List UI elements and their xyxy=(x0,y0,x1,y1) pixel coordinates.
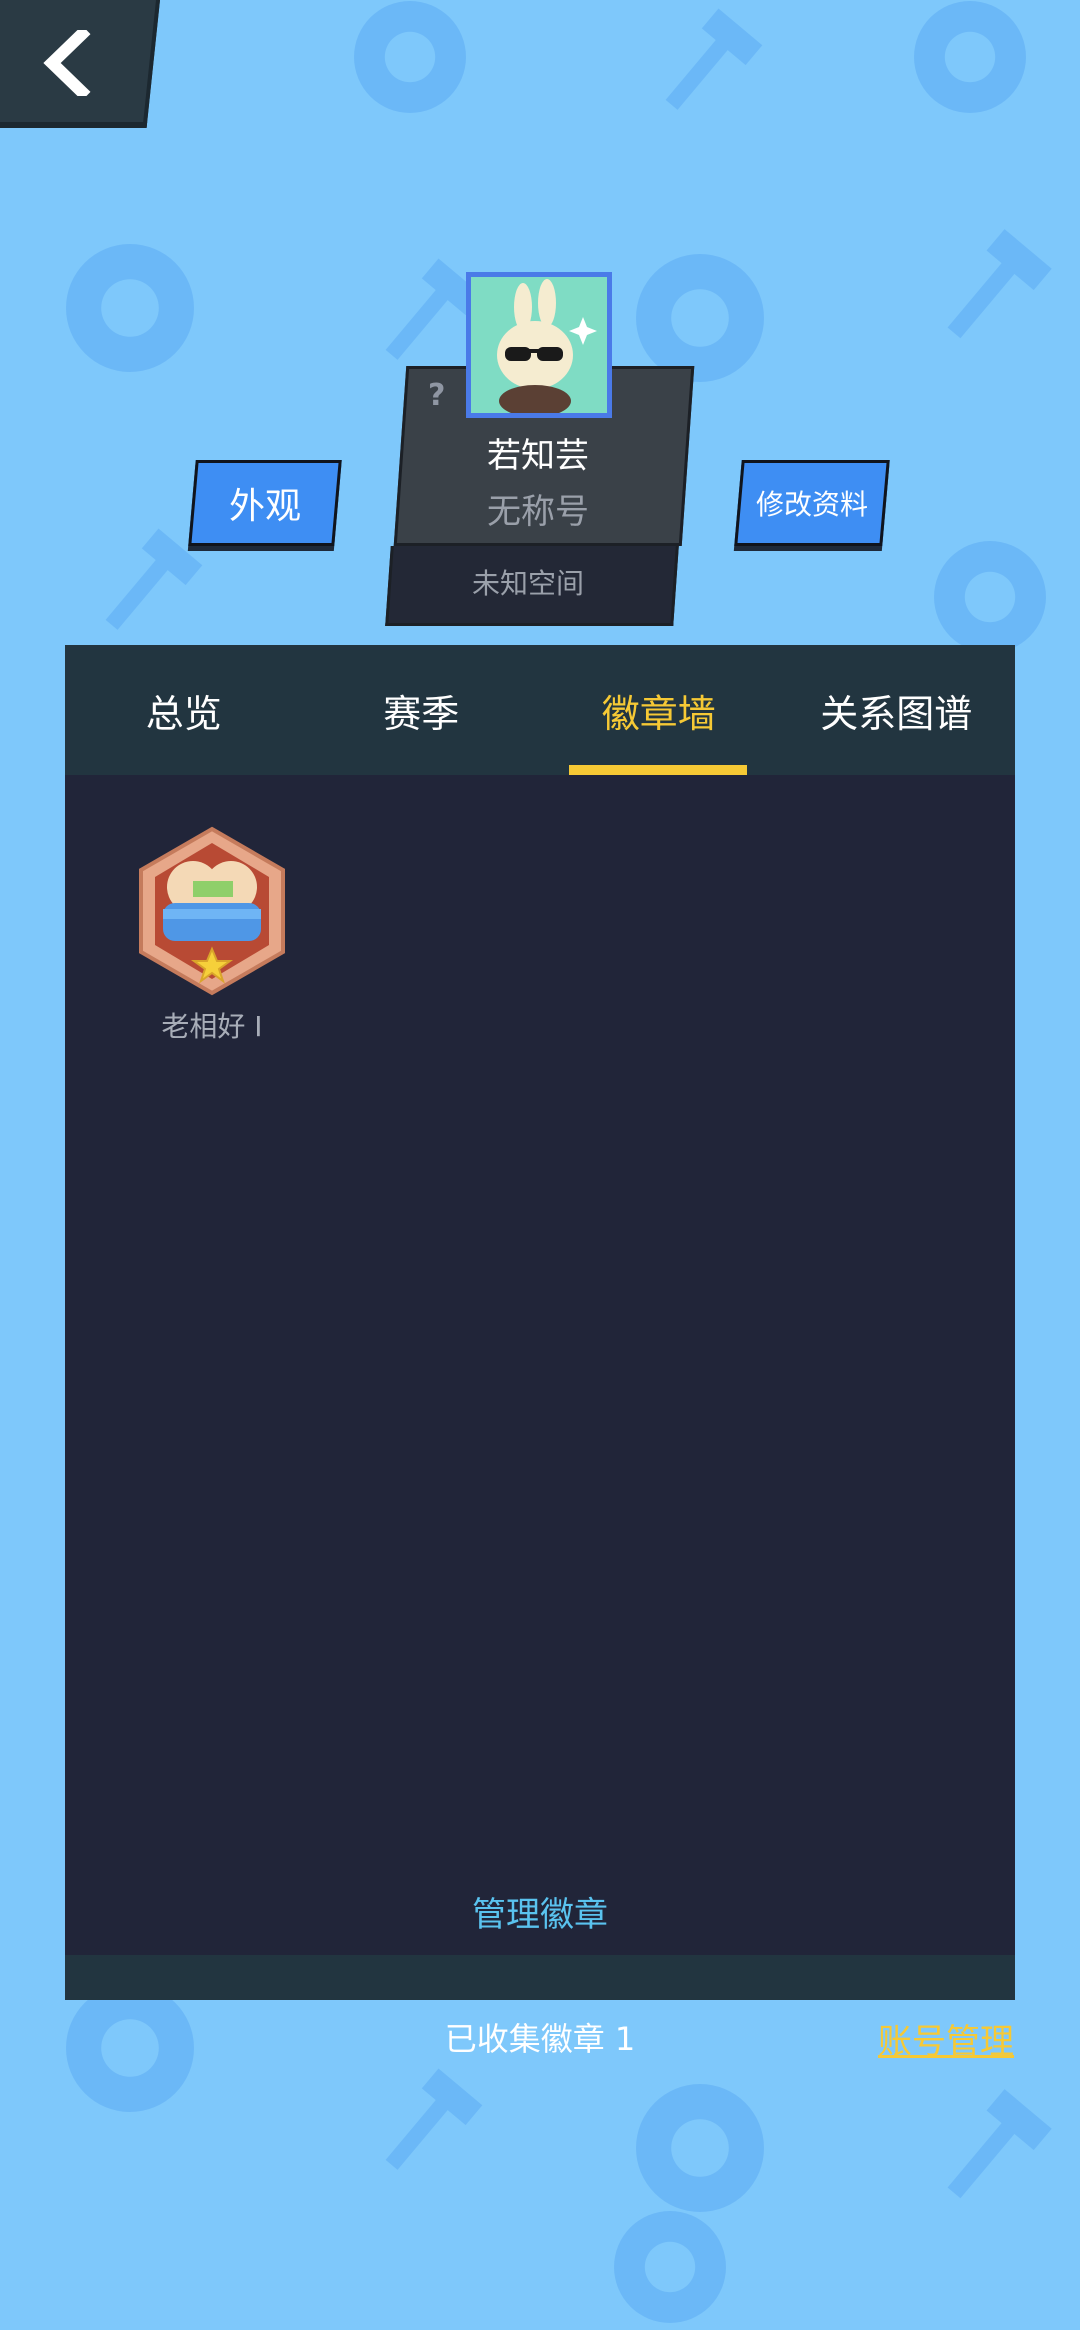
user-title: 无称号 xyxy=(487,492,589,532)
unknown-rank-icon: ? xyxy=(428,378,446,413)
bomb-icon xyxy=(934,541,1046,653)
badge-label: 老相好 I xyxy=(161,1010,263,1043)
badge-item[interactable]: 老相好 I xyxy=(137,825,287,1045)
appearance-button-label: 外观 xyxy=(228,486,301,527)
tab-label: 关系图谱 xyxy=(820,691,973,736)
user-space: 未知空间 xyxy=(471,567,584,600)
tab-label: 赛季 xyxy=(383,691,460,736)
hammer-icon xyxy=(947,2089,1052,2199)
bomb-icon xyxy=(614,2211,726,2323)
hammer-icon xyxy=(385,2068,483,2170)
couple-badge-icon xyxy=(139,826,285,996)
edit-profile-button-label: 修改资料 xyxy=(755,488,868,521)
tab-relationship-graph[interactable]: 关系图谱 xyxy=(778,645,1016,775)
tab-overview[interactable]: 总览 xyxy=(65,645,303,775)
account-management-link[interactable]: 账号管理 xyxy=(878,2014,1014,2063)
username: 若知芸 xyxy=(487,436,589,476)
manage-badges-link[interactable]: 管理徽章 xyxy=(65,1887,1015,1936)
appearance-button[interactable]: 外观 xyxy=(188,460,342,546)
avatar[interactable] xyxy=(466,272,612,418)
tab-bar: 总览 赛季 徽章墙 关系图谱 xyxy=(65,645,1015,775)
badge-wall-panel: 总览 赛季 徽章墙 关系图谱 老相好 I 管理徽章 xyxy=(65,645,1015,2000)
bunny-avatar-icon xyxy=(471,277,607,413)
tab-badge-wall[interactable]: 徽章墙 xyxy=(540,645,778,775)
bomb-icon xyxy=(636,2084,764,2212)
tab-label: 徽章墙 xyxy=(601,691,716,736)
panel-footer xyxy=(65,1955,1015,2000)
bomb-icon xyxy=(914,1,1026,113)
edit-profile-button[interactable]: 修改资料 xyxy=(734,460,890,546)
hammer-icon xyxy=(665,8,763,110)
bomb-icon xyxy=(66,244,194,372)
hammer-icon xyxy=(947,229,1052,339)
collected-badges-count: 已收集徽章 1 xyxy=(444,2020,636,2058)
chevron-left-icon[interactable] xyxy=(42,30,94,96)
bomb-icon xyxy=(354,1,466,113)
tab-season[interactable]: 赛季 xyxy=(303,645,541,775)
active-tab-indicator xyxy=(569,765,747,775)
tab-label: 总览 xyxy=(145,691,222,736)
